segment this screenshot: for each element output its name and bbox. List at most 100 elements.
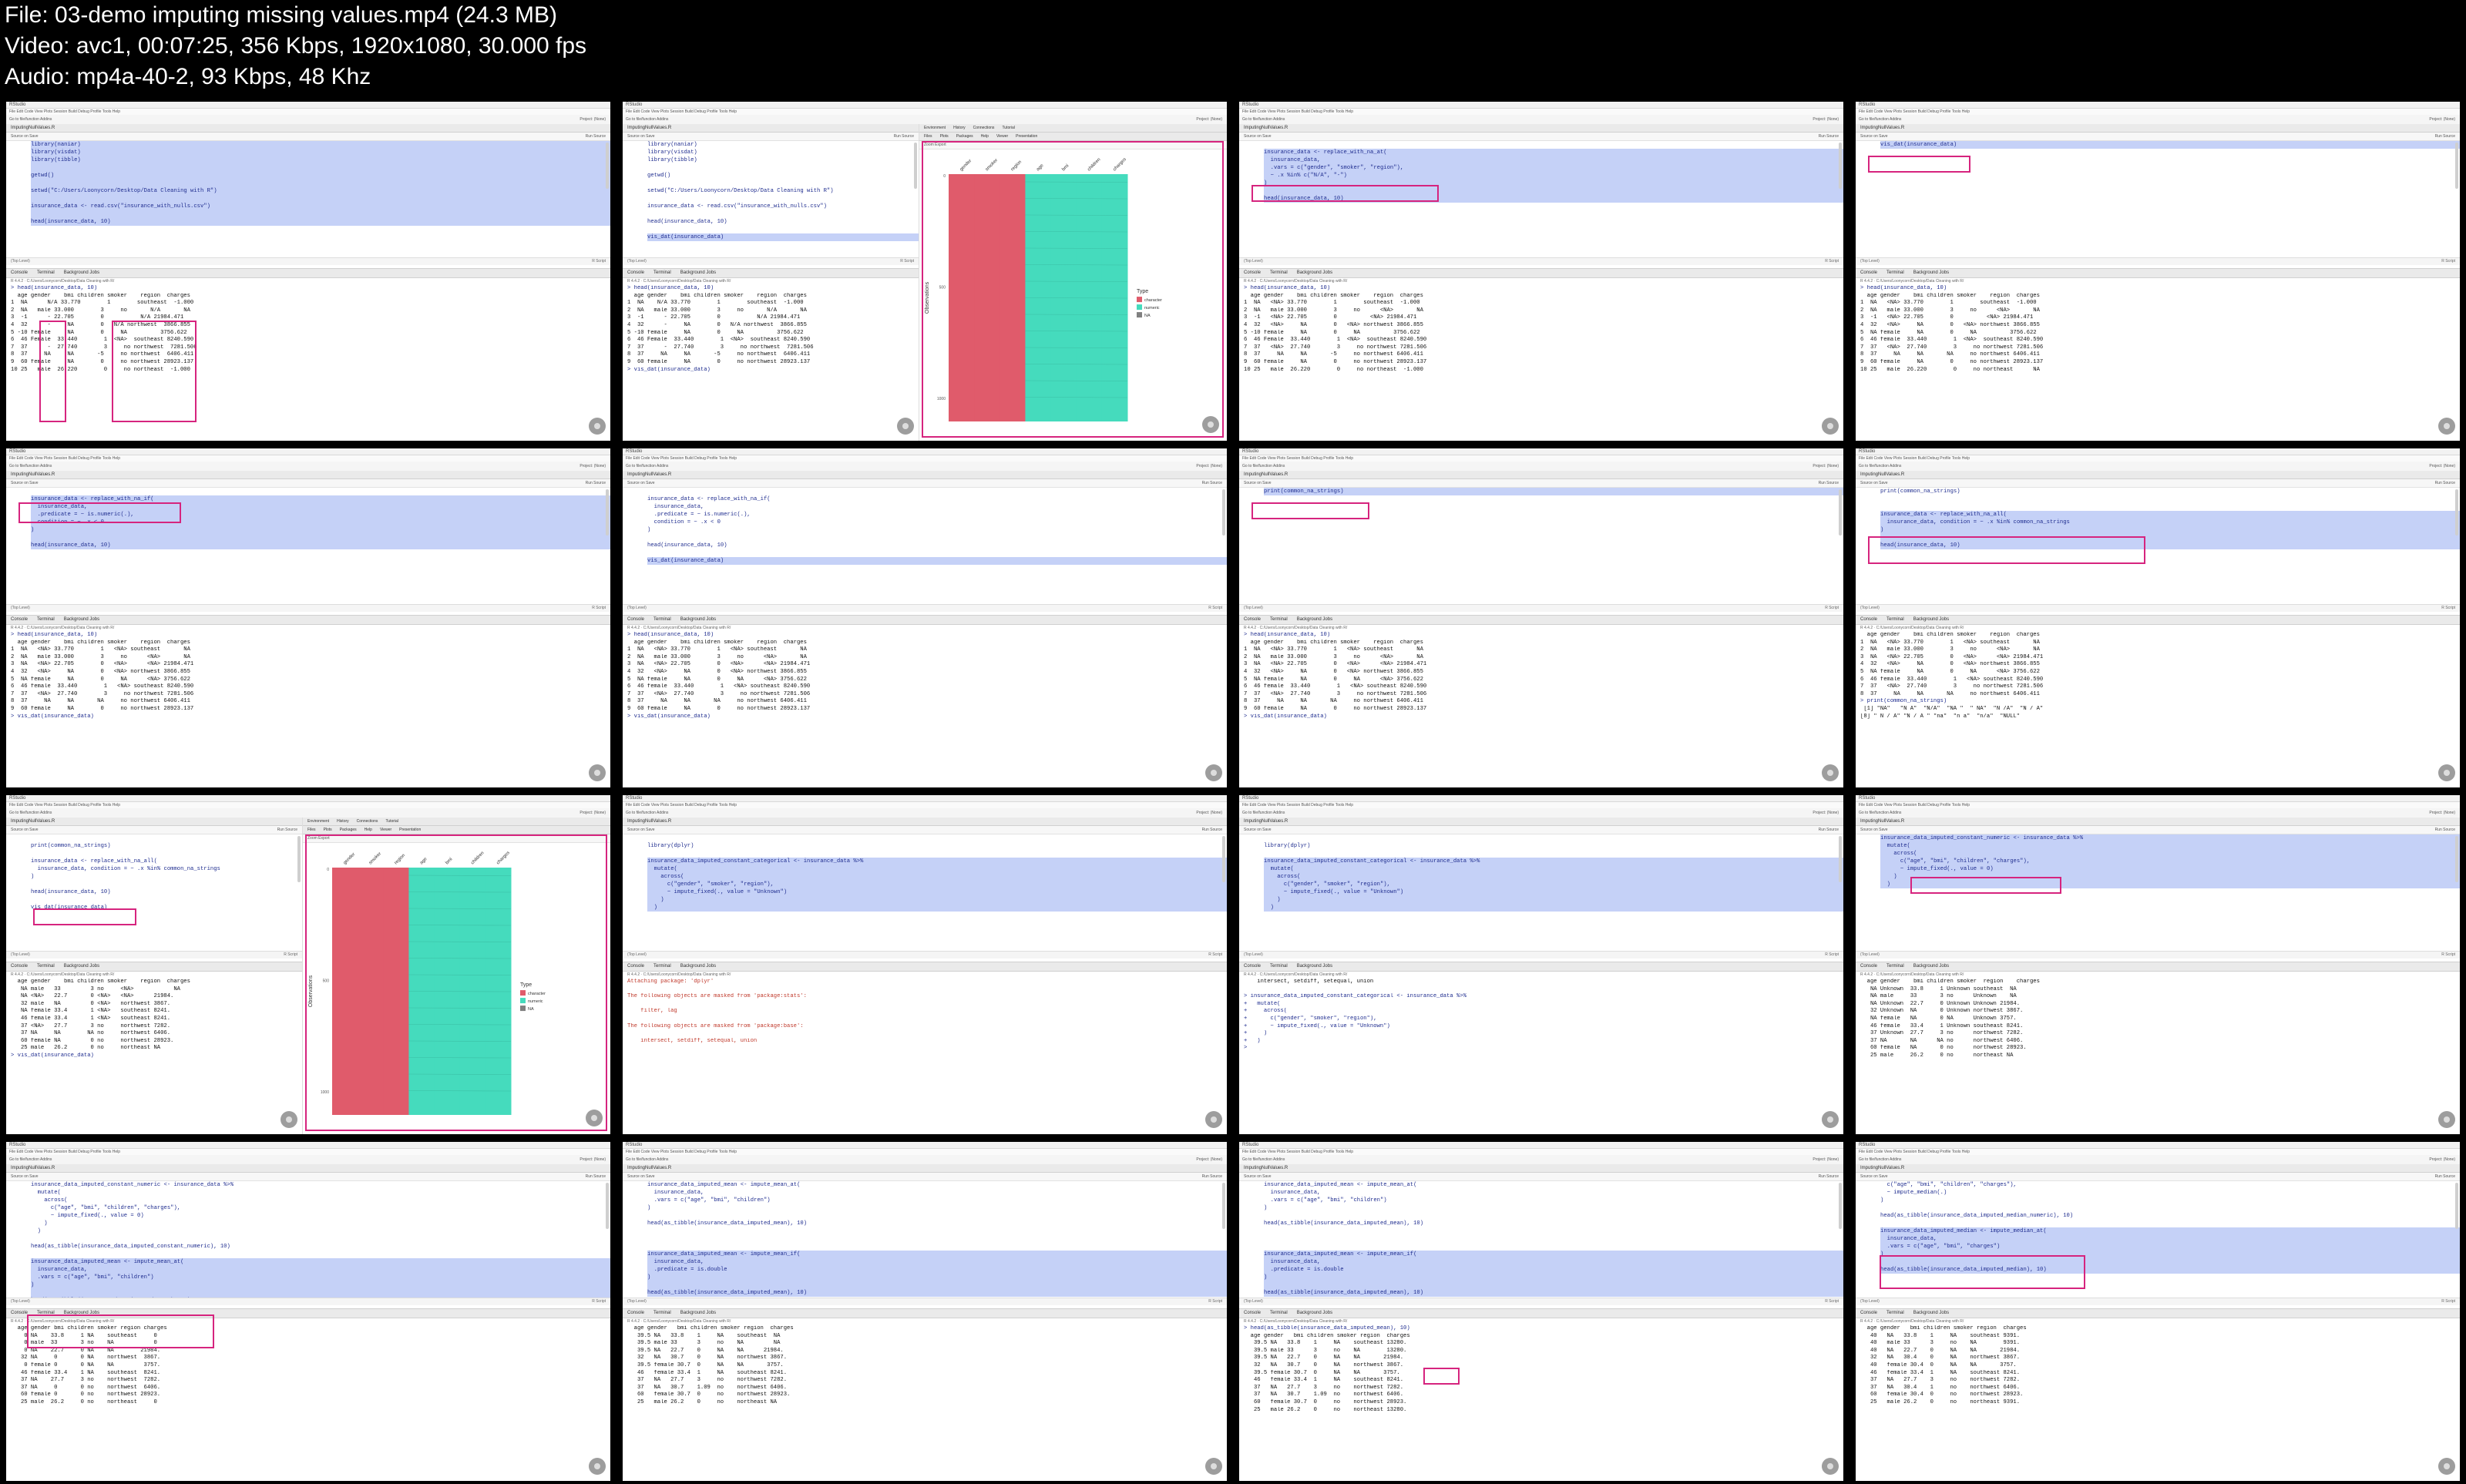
code-line[interactable]: 45	[1880, 549, 2460, 557]
pane-tab[interactable]: Files	[307, 828, 316, 832]
run-source-buttons[interactable]: Run Source	[2435, 1173, 2455, 1180]
code-line[interactable]: 26	[647, 488, 1227, 495]
code-line[interactable]: 44	[31, 896, 302, 904]
code-line[interactable]: 47	[31, 919, 302, 927]
code-line[interactable]: 26	[31, 488, 610, 495]
menu-bar[interactable]: File Edit Code View Plots Session Build …	[1856, 802, 2460, 808]
code-line[interactable]: 61	[1264, 942, 1843, 950]
code-line[interactable]: 71 insurance_data,	[31, 1266, 610, 1274]
code-line[interactable]: 3library(tibble)	[647, 156, 919, 164]
project-menu[interactable]: Project: (None)	[1196, 808, 1222, 818]
editor-file-tab[interactable]: ImputingNullValues.R	[1856, 124, 2460, 133]
console-tab[interactable]: Background Jobs	[680, 270, 716, 275]
project-menu[interactable]: Project: (None)	[2429, 1155, 2455, 1164]
console-tab[interactable]: Console	[1860, 964, 1877, 969]
pane-tab[interactable]: Plots	[324, 828, 332, 832]
menu-bar[interactable]: File Edit Code View Plots Session Build …	[6, 1149, 610, 1155]
editor-scrollbar[interactable]	[1839, 143, 1842, 189]
code-line[interactable]: 51	[1264, 596, 1843, 603]
code-line[interactable]: 62 across(	[1880, 850, 2460, 858]
editor-file-tab[interactable]: ImputingNullValues.R	[623, 471, 1227, 479]
code-line[interactable]: 29	[1264, 241, 1843, 249]
code-lines[interactable]: 37print(common_na_strings)38394041424344…	[1239, 488, 1843, 606]
code-line[interactable]: 73 .vars = c("age", "bmi", "children")	[647, 1197, 1227, 1204]
console-tab[interactable]: Terminal	[37, 617, 55, 622]
plot-toolbar[interactable]: Zoom Export	[919, 141, 1227, 149]
code-line[interactable]: 30	[1880, 195, 2460, 203]
menu-bar[interactable]: File Edit Code View Plots Session Build …	[1239, 109, 1843, 115]
code-line[interactable]: 37	[647, 572, 1227, 580]
code-line[interactable]: 7setwd("C:/Users/Loonycorn/Desktop/Data …	[647, 187, 919, 195]
menu-bar[interactable]: File Edit Code View Plots Session Build …	[623, 455, 1227, 462]
code-line[interactable]: 102head(as_tibble(insurance_data_imputed…	[1880, 1266, 2460, 1274]
code-line[interactable]: 55 )	[647, 896, 1227, 904]
code-line[interactable]: 31	[1880, 203, 2460, 210]
menu-bar[interactable]: File Edit Code View Plots Session Build …	[1856, 455, 2460, 462]
code-line[interactable]: 52 across(	[647, 873, 1227, 881]
run-source-buttons[interactable]: Run Source	[1202, 1173, 1222, 1180]
code-line[interactable]: 73	[1880, 935, 2460, 942]
console-output[interactable]: > head(insurance_data, 10) age gender bm…	[623, 632, 1227, 720]
code-line[interactable]: 74	[1880, 942, 2460, 950]
code-line[interactable]: 25	[1264, 210, 1843, 218]
code-line[interactable]: 33head(insurance_data, 10)	[31, 542, 610, 549]
code-line[interactable]: 37	[1880, 249, 2460, 257]
code-line[interactable]: 64 ~ impute_fixed(., value = 0)	[31, 1212, 610, 1220]
project-menu[interactable]: Project: (None)	[2429, 115, 2455, 124]
pane-tab[interactable]: Packages	[340, 828, 357, 832]
console-tab[interactable]: Terminal	[37, 1311, 55, 1315]
code-line[interactable]: 53 c("gender", "smoker", "region"),	[647, 881, 1227, 888]
console-tab[interactable]: Console	[1860, 270, 1877, 275]
project-menu[interactable]: Project: (None)	[1813, 808, 1839, 818]
code-line[interactable]: 27insurance_data <- replace_with_na_if(	[647, 495, 1227, 503]
code-line[interactable]: 28	[1880, 180, 2460, 187]
console-tab[interactable]: Console	[1860, 1311, 1877, 1315]
code-lines[interactable]: 2627insurance_data <- replace_with_na_if…	[6, 488, 610, 606]
code-line[interactable]: 48library(dplyr)	[1264, 842, 1843, 850]
code-line[interactable]: 65 )	[1880, 873, 2460, 881]
code-line[interactable]: 75	[1264, 1212, 1843, 1220]
code-line[interactable]: 34	[1880, 226, 2460, 233]
code-line[interactable]: 100)	[1880, 1251, 2460, 1258]
code-line[interactable]: 14	[647, 241, 919, 249]
code-line[interactable]: 66 )	[31, 1227, 610, 1235]
code-lines[interactable]: 23vis_dat(insurance_data)242526272829303…	[1856, 141, 2460, 259]
code-line[interactable]: 81 insurance_data,	[647, 1258, 1227, 1266]
code-line[interactable]: 60insurance_data_imputed_constant_numeri…	[1880, 834, 2460, 842]
pane-tab[interactable]: History	[953, 126, 966, 130]
code-line[interactable]: 74)	[647, 1204, 1227, 1212]
code-line[interactable]: 97insurance_data_imputed_median <- imput…	[1880, 1227, 2460, 1235]
console-tab[interactable]: Terminal	[653, 964, 671, 969]
code-line[interactable]: 12	[647, 226, 919, 233]
code-lines[interactable]: 71insurance_data_imputed_mean <- impute_…	[623, 1181, 1227, 1299]
console-output[interactable]: age gender bmi children smoker region ch…	[6, 1325, 610, 1414]
code-line[interactable]: 39	[1264, 503, 1843, 511]
console-tab[interactable]: Terminal	[1270, 1311, 1288, 1315]
code-line[interactable]: 78	[647, 1235, 1227, 1243]
code-line[interactable]: 39	[647, 588, 1227, 596]
editor-scrollbar[interactable]	[1222, 489, 1225, 536]
code-line[interactable]: 63 c("age", "bmi", "children", "charges"…	[31, 1204, 610, 1212]
console-output[interactable]: > head(insurance_data, 10) age gender bm…	[6, 285, 610, 374]
run-source-buttons[interactable]: Run Source	[2435, 479, 2455, 487]
code-line[interactable]: 24	[1264, 203, 1843, 210]
editor-toolbar[interactable]: Source on Save Run Source	[1856, 133, 2460, 141]
menu-bar[interactable]: File Edit Code View Plots Session Build …	[6, 802, 610, 808]
code-line[interactable]: 2library(visdat)	[31, 149, 610, 156]
project-menu[interactable]: Project: (None)	[580, 115, 606, 124]
code-line[interactable]: 74)	[1264, 1204, 1843, 1212]
code-line[interactable]: 84	[647, 1281, 1227, 1289]
code-line[interactable]: 46	[31, 912, 302, 919]
run-source-buttons[interactable]: Run Source	[1819, 1173, 1839, 1180]
console-tab[interactable]: Terminal	[37, 270, 55, 275]
console-tab[interactable]: Console	[1244, 270, 1261, 275]
code-line[interactable]: 84	[1264, 1281, 1843, 1289]
editor-scrollbar[interactable]	[1839, 489, 1842, 536]
code-line[interactable]: 5getwd()	[647, 172, 919, 180]
editor-file-tab[interactable]: ImputingNullValues.R	[1856, 818, 2460, 826]
console-tab[interactable]: Background Jobs	[64, 617, 99, 622]
code-line[interactable]: 66 )	[1880, 881, 2460, 888]
code-line[interactable]: 45vis_dat(insurance_data)	[31, 904, 302, 912]
project-menu[interactable]: Project: (None)	[1196, 1155, 1222, 1164]
code-line[interactable]: 47	[1880, 565, 2460, 572]
